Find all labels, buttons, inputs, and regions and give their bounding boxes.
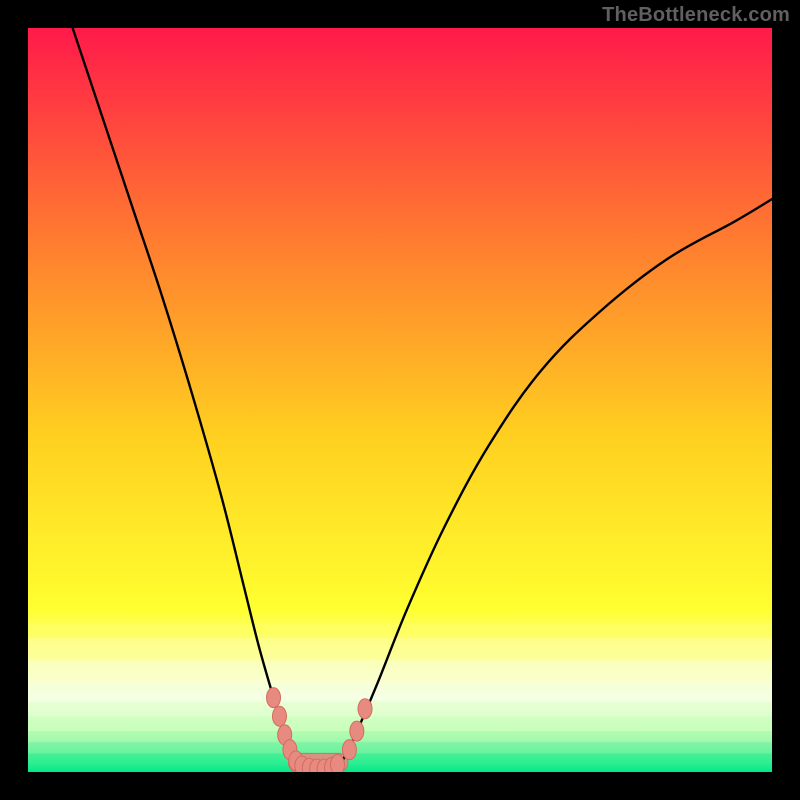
bottleneck-chart [28,28,772,772]
marker-right-cluster [342,740,356,760]
marker-right-cluster [350,721,364,741]
marker-left-cluster [267,688,281,708]
marker-right-cluster [358,699,372,719]
marker-left-cluster [272,706,286,726]
gradient-band-strips [28,623,772,764]
marker-floor-cluster [331,755,345,772]
chart-frame [28,28,772,772]
watermark-label: TheBottleneck.com [602,4,790,27]
